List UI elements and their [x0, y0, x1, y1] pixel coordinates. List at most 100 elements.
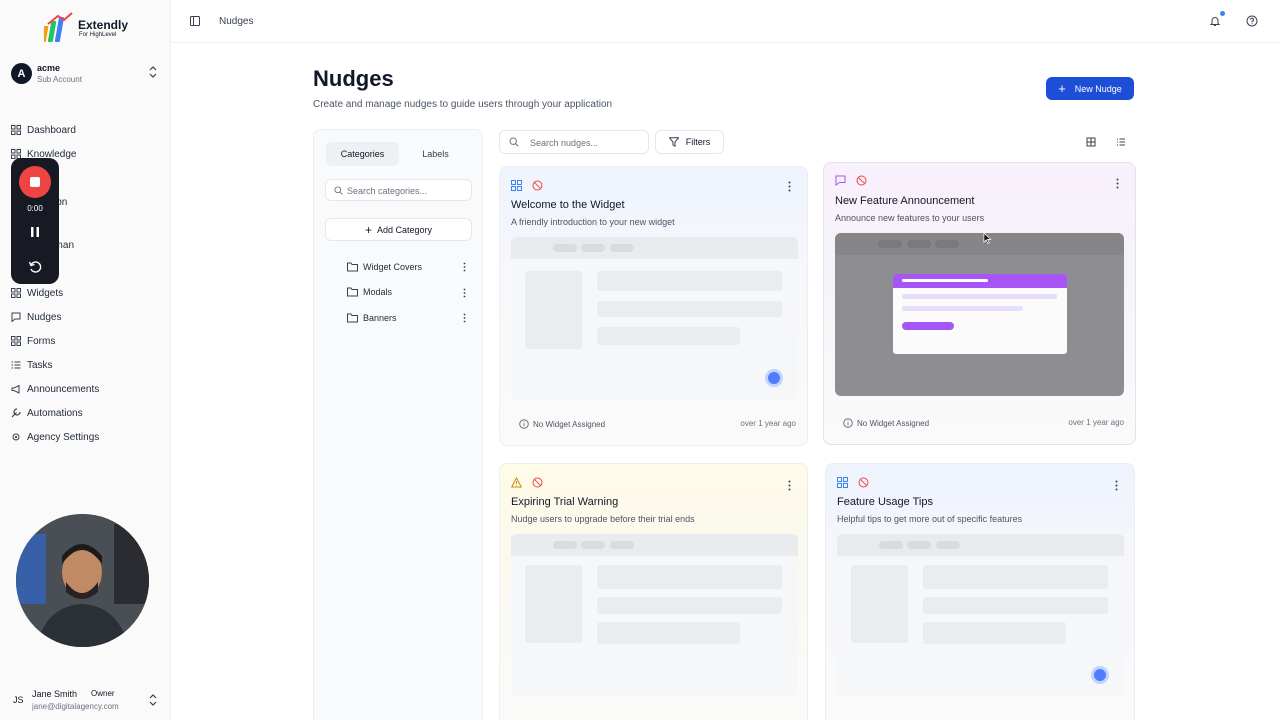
category-item-widget-covers[interactable]: Widget Covers	[347, 254, 472, 280]
bell-icon[interactable]	[1209, 15, 1221, 27]
more-vertical-icon[interactable]	[463, 262, 466, 272]
sidebar-item-automations[interactable]: Automations	[11, 401, 161, 425]
account-name: acme	[37, 63, 61, 73]
stop-recording-button[interactable]	[19, 166, 51, 198]
preview-header	[511, 237, 798, 259]
nudge-card[interactable]: New Feature Announcement Announce new fe…	[823, 162, 1136, 445]
sidebar-item-nudges[interactable]: Nudges	[11, 305, 161, 329]
preview-modal-button	[902, 322, 954, 330]
preview-block	[851, 565, 908, 643]
user-initials: JS	[13, 695, 24, 705]
preview-header	[835, 233, 1124, 255]
category-label: Widget Covers	[363, 261, 423, 272]
user-role: Owner	[91, 689, 115, 698]
user-menu[interactable]: JS Jane Smith Owner jane@digitalagency.c…	[11, 688, 161, 714]
category-item-banners[interactable]: Banners	[347, 305, 472, 331]
new-nudge-button[interactable]: + New Nudge	[1046, 77, 1134, 100]
nudge-title: Feature Usage Tips	[837, 496, 933, 508]
category-list: Widget Covers Modals Banners	[347, 254, 472, 331]
folder-icon	[347, 262, 358, 272]
sidebar-item-agency-settings[interactable]: Agency Settings	[11, 425, 161, 449]
category-item-modals[interactable]: Modals	[347, 280, 472, 306]
nudge-card[interactable]: Welcome to the Widget A friendly introdu…	[499, 166, 808, 446]
loading-spinner	[1091, 666, 1109, 684]
nudge-type-icons	[511, 180, 553, 192]
nudge-search-input[interactable]	[530, 135, 645, 150]
megaphone-icon	[11, 384, 20, 394]
sidebar-item-announcements[interactable]: Announcements	[11, 377, 161, 401]
preview-pill	[553, 541, 577, 549]
more-vertical-icon[interactable]	[1115, 480, 1118, 491]
grid-view-icon[interactable]	[1084, 135, 1098, 149]
new-nudge-label: New Nudge	[1074, 83, 1122, 94]
nudge-title: Expiring Trial Warning	[511, 496, 619, 508]
help-icon[interactable]	[1246, 15, 1258, 27]
preview-pill	[935, 240, 959, 248]
sidebar-toggle-icon[interactable]	[190, 16, 200, 26]
nudge-title: New Feature Announcement	[835, 195, 975, 207]
nudge-search	[499, 130, 649, 154]
wrench-icon	[11, 408, 21, 418]
sidebar-item-forms[interactable]: Forms	[11, 329, 161, 353]
inactive-status-icon	[532, 477, 543, 488]
loading-spinner	[765, 369, 783, 387]
more-vertical-icon[interactable]	[788, 480, 791, 491]
list-view-icon[interactable]	[1114, 135, 1128, 149]
account-switcher[interactable]: A acme Sub Account	[11, 63, 161, 85]
sidebar-item-tasks[interactable]: Tasks	[11, 353, 161, 377]
pause-icon[interactable]	[29, 226, 41, 238]
sidebar-item-label: Dashboard	[27, 124, 76, 136]
nudge-status: No Widget Assigned	[519, 419, 605, 429]
preview-pill	[878, 240, 902, 248]
filters-button[interactable]: Filters	[655, 130, 724, 154]
more-vertical-icon[interactable]	[463, 288, 466, 298]
folder-icon	[347, 313, 358, 323]
preview-pill	[553, 244, 577, 252]
sidebar: Extendly For HighLevel A acme Sub Accoun…	[0, 0, 171, 720]
sidebar-item-widgets[interactable]: Widgets	[11, 281, 161, 305]
nudge-status: No Widget Assigned	[843, 418, 929, 428]
preview-pill	[581, 244, 605, 252]
tab-categories[interactable]: Categories	[326, 142, 399, 166]
sidebar-item-label: Announcements	[27, 383, 100, 395]
preview-block	[597, 327, 740, 345]
chevron-up-down-icon	[149, 66, 157, 78]
restart-icon[interactable]	[28, 260, 42, 274]
sidebar-item-label: Nudges	[27, 311, 62, 323]
add-category-button[interactable]: + Add Category	[325, 218, 472, 241]
plus-icon: +	[364, 222, 372, 237]
account-type: Sub Account	[37, 75, 82, 84]
preview-block	[525, 271, 582, 349]
category-search	[325, 179, 472, 201]
more-vertical-icon[interactable]	[788, 181, 791, 192]
category-search-input[interactable]	[347, 183, 467, 198]
preview-pill	[936, 541, 960, 549]
tab-labels[interactable]: Labels	[399, 142, 472, 166]
page-description: Create and manage nudges to guide users …	[313, 99, 613, 110]
nudge-description: Nudge users to upgrade before their tria…	[511, 514, 695, 524]
breadcrumb[interactable]: Nudges	[219, 16, 253, 27]
preview-pill	[879, 541, 903, 549]
account-avatar: A	[11, 63, 32, 84]
message-icon	[835, 175, 846, 186]
widget-icon	[11, 288, 21, 298]
warning-icon	[511, 477, 522, 488]
user-email: jane@digitalagency.com	[32, 702, 119, 711]
preview-header	[837, 534, 1124, 556]
chevron-up-down-icon	[149, 694, 157, 706]
nudge-preview	[511, 237, 798, 399]
preview-pill	[907, 240, 931, 248]
more-vertical-icon[interactable]	[1116, 178, 1119, 189]
preview-block	[525, 565, 582, 643]
screen-recorder-widget: 0:00	[11, 158, 59, 284]
brand-logo[interactable]: Extendly For HighLevel	[44, 12, 134, 44]
inactive-status-icon	[856, 175, 867, 186]
sidebar-item-label: Widgets	[27, 287, 64, 299]
message-icon	[11, 312, 21, 322]
sidebar-item-dashboard[interactable]: Dashboard	[11, 118, 161, 142]
nudge-card[interactable]: Feature Usage Tips Helpful tips to get m…	[825, 463, 1135, 720]
top-bar: Nudges	[171, 0, 1280, 43]
more-vertical-icon[interactable]	[463, 313, 466, 323]
inactive-status-icon	[858, 477, 869, 488]
nudge-card[interactable]: Expiring Trial Warning Nudge users to up…	[499, 463, 808, 720]
